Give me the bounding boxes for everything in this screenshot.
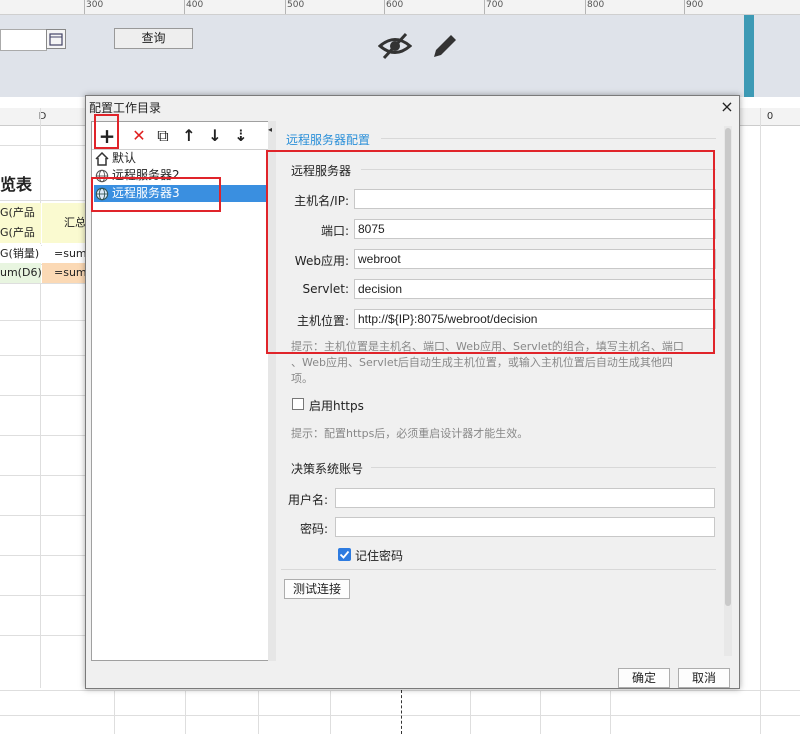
username-label: 用户名:	[287, 493, 328, 507]
column-header-d: D	[0, 108, 85, 126]
ruler-tick: 700	[486, 0, 504, 10]
tree-item-default[interactable]: 默认	[94, 150, 136, 167]
https-hint: 提示：配置https后，必须重启设计器才能生效。	[291, 427, 529, 440]
test-connection-button[interactable]: 测试连接	[284, 579, 350, 599]
ruler-tick: 400	[186, 0, 204, 10]
tree-item-label: 默认	[112, 151, 137, 165]
horizontal-ruler: 300 400 500 600 700 800 900	[0, 0, 800, 15]
report-cell: um(D6)	[0, 263, 41, 283]
password-field[interactable]	[335, 517, 715, 537]
ruler-tick: 300	[86, 0, 104, 10]
move-down-button[interactable]: ↓	[204, 126, 226, 146]
ruler-tick: 900	[686, 0, 704, 10]
account-section-title: 决策系统账号	[291, 462, 364, 476]
password-label: 密码:	[299, 522, 328, 536]
https-label: 启用https	[309, 399, 364, 413]
sort-button[interactable]: ⇣	[230, 126, 252, 146]
check-icon	[339, 550, 350, 559]
copy-button[interactable]: ⧉	[152, 126, 174, 146]
page-break-line	[401, 690, 402, 734]
scrollbar-thumb[interactable]	[725, 128, 731, 606]
pencil-icon[interactable]	[430, 31, 460, 64]
report-cell: =sum(	[42, 263, 85, 283]
date-input[interactable]	[0, 29, 47, 51]
ruler-tick: 500	[287, 0, 305, 10]
highlight-add-button	[94, 114, 119, 149]
report-cell: G(销量)	[0, 244, 41, 264]
report-cell: 汇总	[42, 203, 85, 243]
delete-button[interactable]: ✕	[128, 126, 150, 146]
close-button[interactable]: ×	[719, 99, 735, 115]
report-cell: G(产品	[0, 203, 41, 223]
report-cell: =sum(	[42, 244, 85, 264]
move-up-button[interactable]: ↑	[178, 126, 200, 146]
remember-password-label: 记住密码	[355, 549, 404, 563]
highlight-server-config	[266, 150, 715, 354]
cancel-button[interactable]: 取消	[678, 668, 730, 688]
remember-password-checkbox[interactable]	[338, 548, 351, 561]
column-header: 0	[740, 108, 800, 126]
hide-eye-icon[interactable]	[377, 31, 413, 64]
username-field[interactable]	[335, 488, 715, 508]
calendar-icon	[49, 33, 63, 46]
ok-button[interactable]: 确定	[618, 668, 670, 688]
highlight-selected-server	[91, 177, 221, 212]
report-cell: G(产品	[0, 223, 41, 243]
group-title: 远程服务器配置	[286, 133, 371, 147]
ruler-tick: 800	[587, 0, 605, 10]
ruler-tick: 600	[386, 0, 404, 10]
https-checkbox[interactable]	[292, 398, 304, 410]
query-button[interactable]: 查询	[114, 28, 193, 49]
calendar-button[interactable]	[46, 29, 66, 49]
accent-stripe	[744, 15, 754, 97]
report-title: 览表	[0, 175, 33, 194]
home-icon	[94, 151, 110, 166]
